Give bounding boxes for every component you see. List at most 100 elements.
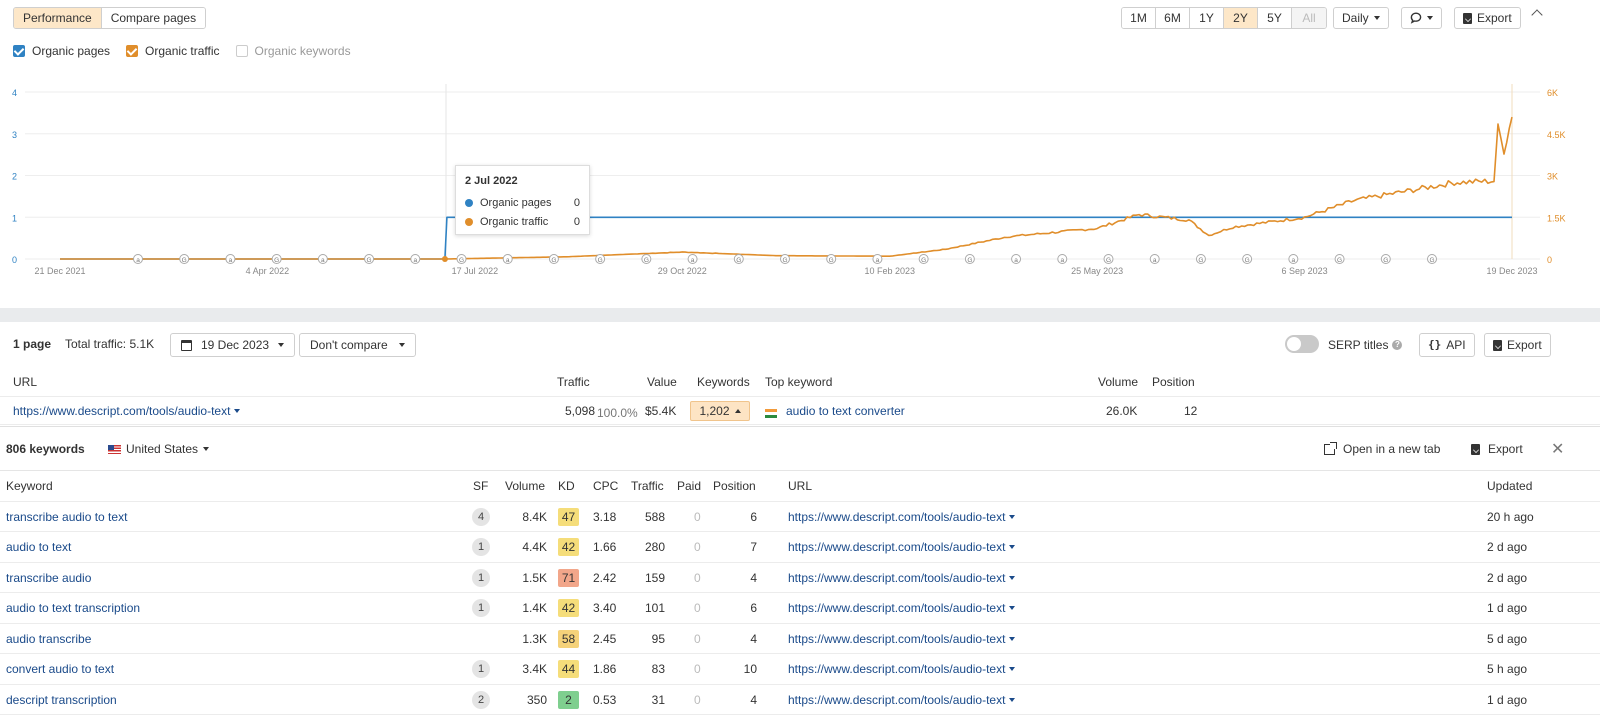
col-url[interactable]: URL: [788, 479, 812, 493]
keyword-url-link[interactable]: https://www.descript.com/tools/audio-tex…: [788, 540, 1016, 554]
view-tabs: Performance Compare pages: [13, 7, 207, 29]
keywords-toggle-button[interactable]: 1,202: [690, 401, 750, 421]
series-dot-icon: [465, 217, 473, 226]
range-2y[interactable]: 2Y: [1224, 8, 1258, 28]
keyword-url-text: https://www.descript.com/tools/audio-tex…: [788, 631, 1006, 646]
serp-titles-toggle[interactable]: [1285, 335, 1319, 353]
x-tick-label: 25 May 2023: [1071, 266, 1123, 276]
col-cpc[interactable]: CPC: [593, 479, 618, 493]
date-range-selector: 1M 6M 1Y 2Y 5Y All: [1121, 7, 1327, 29]
tab-compare-pages[interactable]: Compare pages: [101, 8, 206, 28]
col-volume[interactable]: Volume: [505, 479, 545, 493]
keyword-url-link[interactable]: https://www.descript.com/tools/audio-tex…: [788, 601, 1016, 615]
legend-organic-keywords[interactable]: Organic keywords: [235, 44, 351, 58]
keyword-url-link[interactable]: https://www.descript.com/tools/audio-tex…: [788, 693, 1016, 707]
annotation-marker-label: G: [598, 257, 603, 264]
range-6m[interactable]: 6M: [1156, 8, 1190, 28]
col-keyword[interactable]: Keyword: [6, 479, 53, 493]
col-url[interactable]: URL: [13, 375, 37, 389]
country-dropdown[interactable]: United States: [108, 442, 210, 456]
interval-dropdown[interactable]: Daily: [1333, 7, 1389, 29]
chevron-down-icon: [1009, 697, 1016, 702]
checkbox-unchecked-icon[interactable]: [235, 45, 248, 57]
keyword-link[interactable]: transcribe audio to text: [6, 510, 127, 524]
keyword-url-link[interactable]: https://www.descript.com/tools/audio-tex…: [788, 571, 1016, 585]
tab-performance[interactable]: Performance: [14, 8, 102, 28]
annotation-marker-label: G: [367, 257, 372, 264]
serp-features-badge[interactable]: 1: [472, 568, 490, 587]
keyword-link[interactable]: audio transcribe: [6, 632, 91, 646]
keyword-link[interactable]: transcribe audio: [6, 571, 91, 585]
open-new-tab-button[interactable]: Open in a new tab: [1324, 441, 1440, 456]
keyword-link[interactable]: convert audio to text: [6, 662, 114, 676]
range-1m[interactable]: 1M: [1122, 8, 1156, 28]
pages-export-button[interactable]: Export: [1484, 333, 1551, 357]
range-5y[interactable]: 5Y: [1258, 8, 1292, 28]
chevron-down-icon: [1009, 514, 1016, 519]
annotation-marker-label: G: [829, 257, 834, 264]
table-row: transcribe audio to text 4 8.4K 47 3.18 588 0 6…: [0, 502, 1600, 532]
page-value: $5.4K: [645, 404, 677, 418]
legend-organic-pages[interactable]: Organic pages: [13, 44, 110, 58]
keyword-link[interactable]: audio to text: [6, 540, 71, 554]
checkbox-checked-icon[interactable]: [13, 45, 25, 57]
serp-features-badge[interactable]: 1: [472, 538, 490, 556]
top-keyword-link[interactable]: audio to text converter: [786, 404, 905, 418]
page-url-link[interactable]: https://www.descript.com/tools/audio-tex…: [13, 404, 241, 418]
serp-features-badge[interactable]: 1: [472, 599, 490, 617]
col-paid[interactable]: Paid: [677, 479, 701, 493]
range-1y[interactable]: 1Y: [1190, 8, 1224, 28]
serp-features-badge[interactable]: 2: [472, 690, 490, 709]
keyword-url-link[interactable]: https://www.descript.com/tools/audio-tex…: [788, 510, 1016, 524]
col-volume[interactable]: Volume: [1098, 375, 1138, 389]
keyword-url-link[interactable]: https://www.descript.com/tools/audio-tex…: [788, 631, 1016, 646]
col-keywords[interactable]: Keywords: [697, 375, 750, 389]
keyword-volume: 1.5K: [522, 570, 547, 585]
col-value[interactable]: Value: [647, 375, 677, 389]
y-right-tick-label: 0: [1547, 255, 1552, 265]
date-picker[interactable]: 19 Dec 2023: [170, 333, 296, 357]
help-icon[interactable]: ?: [1392, 340, 1403, 350]
col-updated[interactable]: Updated: [1487, 479, 1532, 493]
keyword-traffic: 83: [651, 662, 665, 676]
keyword-paid: 0: [694, 601, 701, 615]
range-all[interactable]: All: [1292, 8, 1326, 28]
series-line-organic-traffic: [60, 116, 1513, 260]
checkbox-checked-icon[interactable]: [126, 45, 139, 57]
export-label: Export: [1507, 338, 1542, 352]
keyword-paid: 0: [694, 662, 701, 676]
comment-icon: [1410, 12, 1422, 24]
compare-dropdown[interactable]: Don't compare: [299, 333, 416, 357]
keyword-url-link[interactable]: https://www.descript.com/tools/audio-tex…: [788, 662, 1016, 676]
serp-features-badge[interactable]: 1: [472, 660, 490, 678]
serp-features-badge[interactable]: 4: [472, 507, 490, 526]
chart-export-button[interactable]: Export: [1454, 7, 1521, 29]
keyword-link[interactable]: descript transcription: [6, 693, 117, 707]
close-icon[interactable]: ✕: [1551, 439, 1564, 459]
annotation-marker-label: G: [921, 257, 926, 264]
col-position[interactable]: Position: [1152, 375, 1195, 389]
x-tick-label: 6 Sep 2023: [1282, 266, 1328, 276]
keyword-traffic: 588: [644, 509, 665, 524]
chevron-down-icon: [1009, 575, 1016, 580]
annotation-marker-label: G: [551, 257, 556, 264]
api-button[interactable]: {} API: [1419, 333, 1475, 357]
keyword-link[interactable]: audio to text transcription: [6, 601, 140, 615]
col-position[interactable]: Position: [713, 479, 756, 493]
col-sf[interactable]: SF: [473, 479, 488, 493]
keyword-cpc: 3.40: [593, 601, 617, 615]
tooltip-series-name: Organic pages: [480, 196, 552, 209]
col-traffic[interactable]: Traffic: [557, 375, 590, 389]
col-kd[interactable]: KD: [558, 479, 575, 493]
keyword-traffic: 101: [644, 601, 665, 615]
keywords-export-button[interactable]: Export: [1471, 442, 1523, 456]
annotations-dropdown[interactable]: [1401, 7, 1442, 29]
col-top-keyword[interactable]: Top keyword: [765, 375, 832, 389]
col-traffic[interactable]: Traffic: [631, 479, 664, 493]
performance-chart[interactable]: 0 0 1 1.5K 2 3K 3 4.5K 4 6K 21 Dec 2021 4 Apr 2022 1…: [0, 75, 1600, 290]
x-tick-label: 4 Apr 2022: [246, 266, 290, 276]
keyword-cpc: 2.45: [593, 631, 617, 646]
legend-organic-traffic[interactable]: Organic traffic: [126, 44, 220, 58]
keyword-paid: 0: [694, 540, 701, 554]
annotation-marker-label: a: [1153, 257, 1157, 264]
